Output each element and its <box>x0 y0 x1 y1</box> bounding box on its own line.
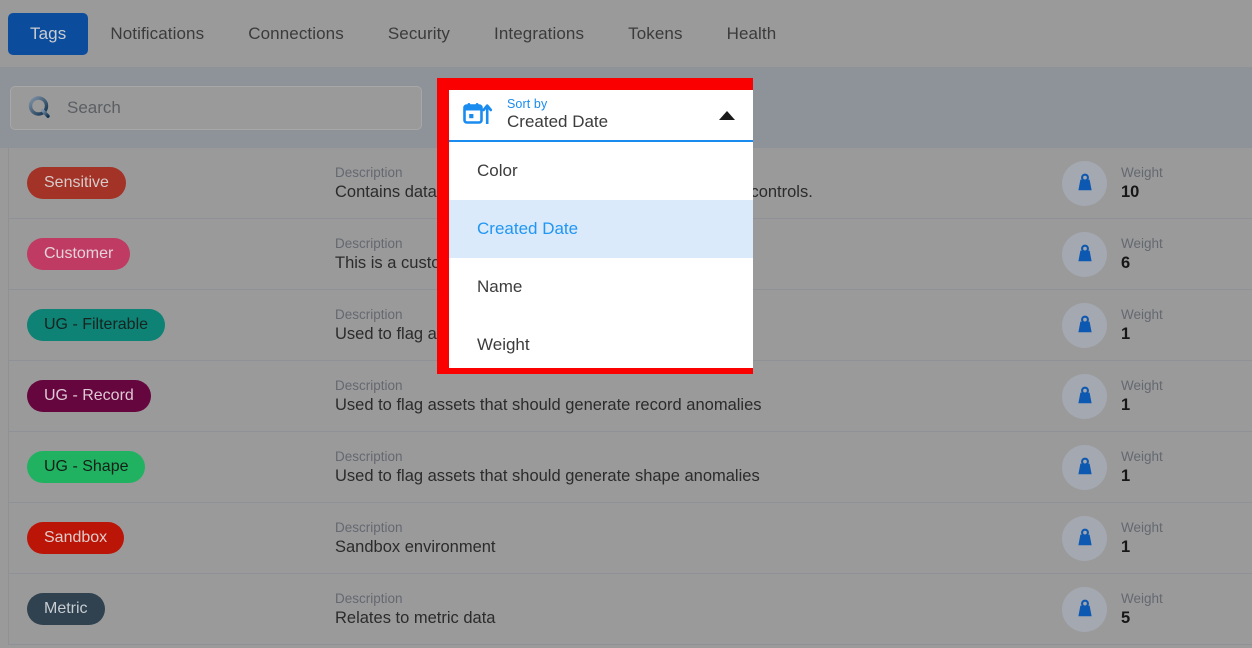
tab-tokens[interactable]: Tokens <box>606 13 704 55</box>
weight-label: Weight <box>1121 235 1163 251</box>
weight-icon <box>1062 586 1107 632</box>
search-input[interactable]: Search <box>10 86 422 130</box>
description-label: Description <box>335 519 403 535</box>
tag-cell: Sandbox <box>9 522 331 554</box>
weight-icon <box>1062 373 1107 419</box>
description-value: Used to flag assets that should generate… <box>335 395 762 414</box>
description-cell: Description Used to flag assets that shou… <box>331 448 1052 487</box>
weight-cell: Weight 10 <box>1052 160 1252 206</box>
tag-cell: UG - Filterable <box>9 309 331 341</box>
calendar-sort-ascending-icon <box>463 102 493 128</box>
tag-chip[interactable]: Metric <box>27 593 105 625</box>
sort-by-highlight: Sort by Created Date Color Created Date Na… <box>437 78 753 374</box>
tag-cell: Metric <box>9 593 331 625</box>
table-row[interactable]: UG - Shape Description Used to flag assets… <box>9 432 1252 503</box>
table-row[interactable]: Metric Description Relates to metric data W… <box>9 574 1252 645</box>
chevron-up-icon[interactable] <box>719 110 735 120</box>
sort-by-value: Created Date <box>507 112 609 131</box>
weight-value: 6 <box>1121 253 1131 272</box>
description-cell: Description Relates to metric data <box>331 590 1052 629</box>
description-label: Description <box>335 448 403 464</box>
settings-tags-page: Tags Notifications Connections Security Inte… <box>0 0 1252 648</box>
weight-icon <box>1062 160 1107 206</box>
weight-cell: Weight 1 <box>1052 444 1252 490</box>
sort-option-created-date[interactable]: Created Date <box>449 200 753 258</box>
tag-cell: UG - Record <box>9 380 331 412</box>
weight-label: Weight <box>1121 448 1163 464</box>
tag-chip[interactable]: UG - Filterable <box>27 309 166 341</box>
weight-value: 1 <box>1121 324 1131 343</box>
sort-option-weight[interactable]: Weight <box>449 316 753 368</box>
sort-option-color[interactable]: Color <box>449 142 753 200</box>
tab-integrations[interactable]: Integrations <box>472 13 606 55</box>
weight-cell: Weight 1 <box>1052 302 1252 348</box>
weight-icon <box>1062 231 1107 277</box>
description-value: Used to flag assets that should generate… <box>335 466 760 485</box>
tab-tags[interactable]: Tags <box>8 13 89 55</box>
tag-chip[interactable]: UG - Shape <box>27 451 146 483</box>
description-cell: Description Sandbox environment <box>331 519 1052 558</box>
weight-icon <box>1062 515 1107 561</box>
weight-value: 1 <box>1121 466 1131 485</box>
tag-cell: Sensitive <box>9 167 331 199</box>
weight-cell: Weight 6 <box>1052 231 1252 277</box>
tab-health[interactable]: Health <box>705 13 799 55</box>
weight-label: Weight <box>1121 377 1163 393</box>
weight-value: 1 <box>1121 395 1131 414</box>
description-value: Relates to metric data <box>335 608 496 627</box>
sort-by-select[interactable]: Sort by Created Date <box>449 90 753 142</box>
tag-chip[interactable]: UG - Record <box>27 380 151 412</box>
tab-security[interactable]: Security <box>366 13 472 55</box>
sort-by-label: Sort by <box>507 97 548 111</box>
weight-label: Weight <box>1121 590 1163 606</box>
weight-value: 1 <box>1121 537 1131 556</box>
search-placeholder: Search <box>67 98 121 117</box>
weight-label: Weight <box>1121 164 1163 180</box>
weight-value: 5 <box>1121 608 1131 627</box>
weight-cell: Weight 1 <box>1052 515 1252 561</box>
weight-icon <box>1062 444 1107 490</box>
weight-cell: Weight 1 <box>1052 373 1252 419</box>
weight-label: Weight <box>1121 519 1163 535</box>
description-label: Description <box>335 377 403 393</box>
weight-icon <box>1062 302 1107 348</box>
weight-label: Weight <box>1121 306 1163 322</box>
description-cell: Description Used to flag assets that shou… <box>331 377 1052 416</box>
tab-connections[interactable]: Connections <box>226 13 366 55</box>
tag-cell: Customer <box>9 238 331 270</box>
description-label: Description <box>335 590 403 606</box>
weight-cell: Weight 5 <box>1052 586 1252 632</box>
tag-chip[interactable]: Sandbox <box>27 522 125 554</box>
settings-tab-bar: Tags Notifications Connections Security Inte… <box>0 0 1252 68</box>
weight-value: 10 <box>1121 182 1140 201</box>
search-icon <box>27 95 53 121</box>
tab-notifications[interactable]: Notifications <box>88 13 226 55</box>
sort-option-name[interactable]: Name <box>449 258 753 316</box>
tag-cell: UG - Shape <box>9 451 331 483</box>
tag-chip[interactable]: Sensitive <box>27 167 126 199</box>
tag-chip[interactable]: Customer <box>27 238 131 270</box>
description-value: Sandbox environment <box>335 537 496 556</box>
sort-by-options-menu: Color Created Date Name Weight <box>449 142 753 368</box>
table-row[interactable]: Sandbox Description Sandbox environment Wei… <box>9 503 1252 574</box>
